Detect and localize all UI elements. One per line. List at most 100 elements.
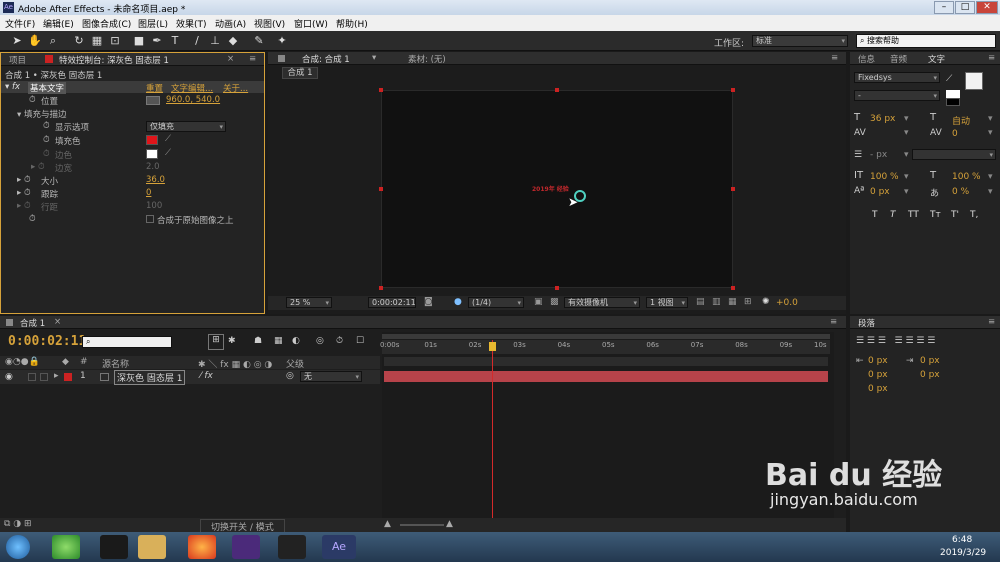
lock-icon[interactable]: [278, 55, 285, 62]
vertical-scale-value[interactable]: 100 %: [870, 172, 899, 182]
expand-panes-icon[interactable]: ⧉ ◑ ⊞: [4, 519, 32, 529]
leading-dropdown-icon[interactable]: ▾: [988, 114, 993, 124]
handle-icon[interactable]: [379, 286, 383, 290]
v-scale-dropdown-icon[interactable]: ▾: [904, 172, 909, 182]
panel-menu-icon[interactable]: ≡: [988, 317, 995, 327]
handle-icon[interactable]: [731, 187, 735, 191]
timeline-timecode[interactable]: 0:00:02:11: [8, 334, 86, 349]
zoom-slider[interactable]: [400, 524, 444, 526]
region-of-interest-icon[interactable]: ▣: [534, 297, 543, 307]
panel-menu-icon[interactable]: ≡: [830, 317, 837, 327]
stroke-width-expand[interactable]: ▸ ⏱: [31, 162, 45, 172]
kerning-dropdown-icon[interactable]: ▾: [904, 128, 909, 138]
camera-snapshot-icon[interactable]: ◙: [424, 297, 433, 307]
pick-whip-icon[interactable]: ◎: [286, 371, 294, 381]
panel-menu-icon[interactable]: ≡: [249, 54, 256, 64]
tracking-dropdown-icon[interactable]: ▾: [988, 128, 993, 138]
space-after-value[interactable]: 0 px: [920, 370, 940, 380]
handle-icon[interactable]: [731, 286, 735, 290]
effect-expand-icon[interactable]: ▾ fx: [5, 82, 20, 92]
subscript-button[interactable]: T,: [970, 210, 978, 220]
zoom-in-icon[interactable]: ▲: [446, 519, 453, 529]
tab-timeline-comp[interactable]: 合成 1: [20, 317, 45, 329]
expand-layer-icon[interactable]: ▸: [54, 371, 59, 381]
selection-tool-icon[interactable]: ➤: [10, 34, 24, 48]
space-before-value[interactable]: 0 px: [868, 370, 888, 380]
after-effects-taskbar-icon[interactable]: Ae: [322, 535, 356, 559]
minimize-button[interactable]: –: [934, 1, 954, 14]
fill-stroke-group[interactable]: ▾ 填充与描边: [17, 108, 66, 120]
zoom-select[interactable]: 25 %: [286, 297, 332, 308]
pan-behind-tool-icon[interactable]: ⊡: [108, 34, 122, 48]
brainstorm-icon[interactable]: ☐: [356, 336, 364, 346]
canvas-text[interactable]: 2019年 经验: [532, 184, 569, 193]
tab-composition[interactable]: 合成: 合成 1: [302, 53, 350, 65]
menu-animation[interactable]: 动画(A): [215, 17, 246, 30]
table-row[interactable]: ◉ ▸ 1 深灰色 固态层 1 ⁄ fx ◎ 无: [0, 370, 380, 385]
comp-nav-tab[interactable]: 合成 1: [282, 67, 318, 79]
align-buttons[interactable]: ☰ ☰ ☰ ☰ ☰ ☰ ☰: [856, 336, 935, 346]
close-tab-icon[interactable]: ×: [227, 54, 234, 64]
font-style-select[interactable]: -: [854, 90, 940, 101]
color-channel-icon[interactable]: ●: [454, 297, 462, 307]
tracking-expand[interactable]: ▸ ⏱: [17, 188, 31, 198]
layer-label-color[interactable]: [64, 373, 72, 381]
shy-layers-icon[interactable]: ☗: [254, 336, 262, 346]
puppet-tool-icon[interactable]: ✦: [275, 34, 289, 48]
lock-icon[interactable]: [6, 319, 13, 326]
time-ruler[interactable]: 0:00s 01s 02s 03s 04s 05s 06s 07s 08s 09s 10s: [380, 340, 830, 354]
lock-box[interactable]: [40, 373, 48, 381]
flowchart-icon[interactable]: ⊞: [744, 297, 752, 307]
leading-expand[interactable]: ▸ ⏱: [17, 201, 31, 211]
all-caps-button[interactable]: TT: [908, 210, 919, 220]
tab-audio[interactable]: 音频: [890, 53, 907, 65]
indent-right-value[interactable]: 0 px: [920, 356, 940, 366]
faux-bold-button[interactable]: T: [872, 210, 878, 220]
edit-text-link[interactable]: 文字编辑...: [171, 82, 213, 94]
eraser-tool-icon[interactable]: ◆: [226, 34, 240, 48]
timeline-icon[interactable]: ▦: [728, 297, 737, 307]
stopwatch-icon[interactable]: ⏱: [43, 149, 50, 159]
current-time-indicator-icon[interactable]: [489, 342, 497, 351]
rotate-tool-icon[interactable]: ↻: [72, 34, 86, 48]
fast-preview-icon[interactable]: ▥: [712, 297, 721, 307]
indent-left-value[interactable]: 0 px: [868, 356, 888, 366]
menu-effect[interactable]: 效果(T): [176, 17, 207, 30]
menu-window[interactable]: 窗口(W): [294, 17, 328, 30]
browser-360-icon[interactable]: [52, 535, 80, 559]
stroke-width-dropdown-icon[interactable]: ▾: [904, 150, 909, 160]
menu-help[interactable]: 帮助(H): [336, 17, 368, 30]
stopwatch-icon[interactable]: ⏱: [29, 95, 36, 105]
baseline-dropdown-icon[interactable]: ▾: [904, 187, 909, 197]
tab-paragraph[interactable]: 段落: [858, 317, 875, 329]
white-swatch[interactable]: [946, 90, 960, 98]
camera-select[interactable]: 有效摄像机: [564, 297, 640, 308]
reset-link[interactable]: 重置: [146, 82, 163, 94]
stopwatch-icon[interactable]: ⏱: [43, 135, 50, 145]
small-caps-button[interactable]: Tт: [930, 210, 941, 220]
menu-file[interactable]: 文件(F): [5, 17, 35, 30]
about-link[interactable]: 关于...: [223, 82, 248, 94]
comp-mini-flowchart-icon[interactable]: ⊞: [208, 334, 224, 350]
pen-tool-icon[interactable]: ✒: [150, 34, 164, 48]
eyedropper-icon[interactable]: ⟋: [165, 148, 171, 158]
file-explorer-icon[interactable]: [138, 535, 166, 559]
playhead[interactable]: [492, 340, 494, 528]
layer-name[interactable]: 深灰色 固态层 1: [114, 370, 186, 385]
close-button[interactable]: ✕: [976, 1, 998, 14]
record-app-icon[interactable]: [278, 535, 306, 559]
tab-project[interactable]: 项目: [9, 54, 26, 66]
layer-search-input[interactable]: ⌕: [82, 336, 172, 348]
handle-icon[interactable]: [379, 187, 383, 191]
stroke-width-value[interactable]: - px: [870, 150, 887, 160]
stopwatch-icon[interactable]: ⏱: [43, 121, 50, 131]
tab-effect-controls[interactable]: 特效控制台: 深灰色 固态层 1: [59, 54, 169, 66]
visibility-eye-icon[interactable]: ◉: [5, 372, 13, 382]
panel-menu-icon[interactable]: ≡: [831, 53, 838, 63]
brush-tool-icon[interactable]: /: [190, 34, 204, 48]
tab-info[interactable]: 信息: [858, 53, 875, 65]
resolution-select[interactable]: (1/4): [468, 297, 524, 308]
zoom-out-icon[interactable]: ▲: [384, 519, 391, 529]
hand-tool-icon[interactable]: ✋: [28, 34, 42, 48]
start-button-icon[interactable]: [6, 535, 30, 559]
